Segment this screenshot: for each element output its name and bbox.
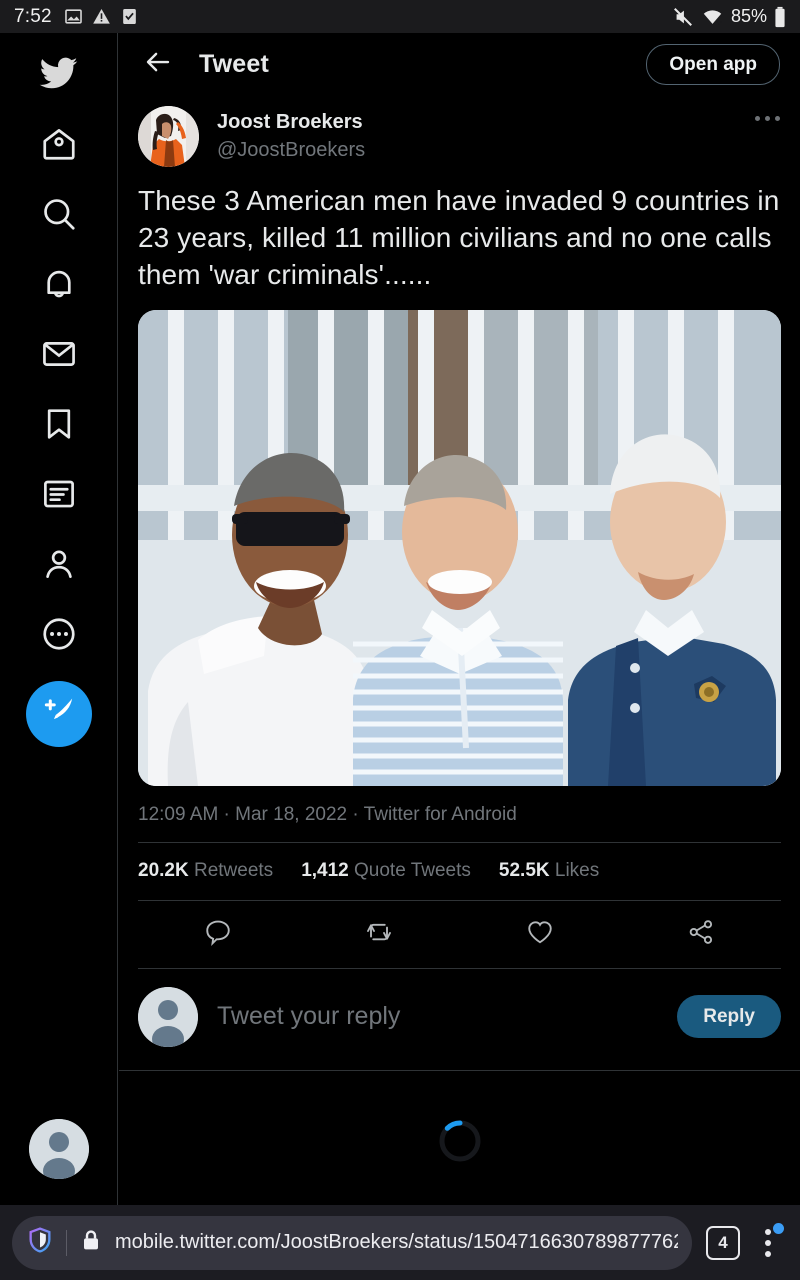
phone-screen: 7:52 85% Tweet Open app Joost Broekers @…: [0, 0, 800, 1280]
status-right-icons: 85%: [672, 6, 786, 28]
dot: [765, 1228, 771, 1235]
three-presidents-photo: [138, 309, 781, 786]
bookmark-icon: [40, 405, 78, 448]
sidebar-item-explore[interactable]: [28, 185, 90, 247]
warning-icon: [92, 8, 110, 24]
page-title: Tweet: [199, 49, 269, 78]
stat-likes-value: 52.5K: [498, 859, 550, 881]
app-header: Tweet Open app: [119, 33, 800, 95]
address-bar-divider: [66, 1229, 67, 1256]
stat-quote-tweets[interactable]: 1,412 Quote Tweets: [301, 860, 471, 882]
tweet-stats-row: 20.2K Retweets 1,412 Quote Tweets 52.5K …: [119, 843, 800, 900]
default-avatar-icon: [29, 1119, 89, 1179]
stat-retweets-label: Retweets: [193, 859, 274, 881]
share-button[interactable]: [620, 915, 781, 955]
brave-shield-icon[interactable]: [26, 1226, 54, 1259]
battery-percent: 85%: [730, 6, 767, 26]
battery-icon: [775, 6, 785, 27]
sidebar-item-profile[interactable]: [28, 535, 90, 597]
mute-icon: [674, 7, 692, 26]
retweet-button[interactable]: [299, 915, 460, 955]
dot: [765, 1239, 771, 1246]
envelope-icon: [40, 335, 78, 378]
reply-button[interactable]: [138, 915, 299, 955]
lock-icon: [79, 1228, 103, 1257]
browser-menu-button[interactable]: [748, 1222, 788, 1257]
dot: [775, 116, 780, 121]
tweet-detail-view: Tweet Open app Joost Broekers @JoostBroe…: [119, 33, 800, 1205]
tweet-timestamp: 12:09 AM · Mar 18, 2022 · Twitter for An…: [138, 803, 517, 825]
reply-input[interactable]: Tweet your reply: [217, 1002, 400, 1031]
retweet-icon: [364, 917, 394, 952]
compose-tweet-button[interactable]: [25, 681, 92, 747]
stat-quote-tweets-label: Quote Tweets: [354, 859, 471, 881]
home-icon: [40, 125, 78, 168]
sidebar-item-messages[interactable]: [28, 325, 90, 387]
address-bar[interactable]: mobile.twitter.com/JoostBroekers/status/…: [12, 1215, 692, 1270]
back-arrow-icon: [143, 47, 173, 82]
sidebar-item-notifications[interactable]: [28, 255, 90, 317]
stat-likes[interactable]: 52.5K Likes: [499, 860, 599, 882]
search-icon: [40, 195, 78, 238]
sidebar-item-bookmarks[interactable]: [28, 395, 90, 457]
like-button[interactable]: [460, 915, 621, 955]
avatar-photo: [138, 106, 199, 167]
loading-spinner-icon: [437, 1118, 483, 1164]
reply-user-avatar[interactable]: [138, 986, 198, 1047]
author-names: Joost Broekers @JoostBroekers: [217, 106, 365, 163]
status-time: 7:52: [14, 5, 52, 27]
author-avatar[interactable]: [138, 106, 199, 167]
like-icon: [525, 917, 555, 952]
stat-likes-label: Likes: [554, 859, 600, 881]
menu-notification-badge: [773, 1222, 784, 1234]
compose-feather-icon: [40, 693, 78, 736]
stat-retweets-value: 20.2K: [138, 859, 189, 881]
open-app-button[interactable]: Open app: [646, 43, 780, 85]
tweet-action-bar: [119, 901, 800, 968]
tab-count-button[interactable]: 4: [706, 1225, 740, 1260]
twitter-logo-icon: [38, 53, 79, 99]
sidebar-item-twitter-logo[interactable]: [28, 45, 90, 107]
lists-icon: [40, 475, 78, 518]
tweet-text: These 3 American men have invaded 9 coun…: [138, 185, 780, 290]
divider-below-composer: [119, 1070, 800, 1071]
reply-composer: Tweet your reply Reply: [119, 969, 800, 1066]
reply-submit-button[interactable]: Reply: [677, 995, 781, 1039]
more-icon: [40, 615, 78, 658]
status-bar: 7:52 85%: [0, 0, 800, 33]
checkbox-icon: [122, 8, 136, 25]
sidebar-item-lists[interactable]: [28, 465, 90, 527]
reply-icon: [203, 917, 233, 952]
share-icon: [686, 917, 716, 952]
browser-toolbar: mobile.twitter.com/JoostBroekers/status/…: [0, 1205, 800, 1280]
default-avatar-icon: [138, 986, 198, 1047]
wifi-icon: [703, 9, 722, 24]
sidebar-item-more[interactable]: [28, 605, 90, 667]
sidebar-account-avatar[interactable]: [29, 1119, 89, 1179]
left-sidebar: [0, 33, 118, 1205]
tweet-more-menu-button[interactable]: [755, 106, 780, 121]
replies-loading-area: [119, 1066, 800, 1205]
bell-icon: [40, 265, 78, 308]
tweet-media-image[interactable]: [138, 309, 781, 786]
sidebar-item-home[interactable]: [28, 115, 90, 177]
dot: [765, 1250, 771, 1257]
author-handle: @JoostBroekers: [217, 139, 366, 161]
stat-quote-tweets-value: 1,412: [301, 859, 349, 881]
dot: [765, 116, 770, 121]
image-icon: [64, 9, 82, 24]
tweet-author-row: Joost Broekers @JoostBroekers: [119, 95, 800, 167]
person-icon: [40, 545, 78, 588]
stat-retweets[interactable]: 20.2K Retweets: [138, 860, 273, 882]
author-display-name: Joost Broekers: [217, 111, 363, 133]
dot: [755, 116, 760, 121]
status-left-icons: [64, 7, 139, 26]
back-button[interactable]: [138, 44, 178, 84]
url-text: mobile.twitter.com/JoostBroekers/status/…: [114, 1231, 678, 1253]
